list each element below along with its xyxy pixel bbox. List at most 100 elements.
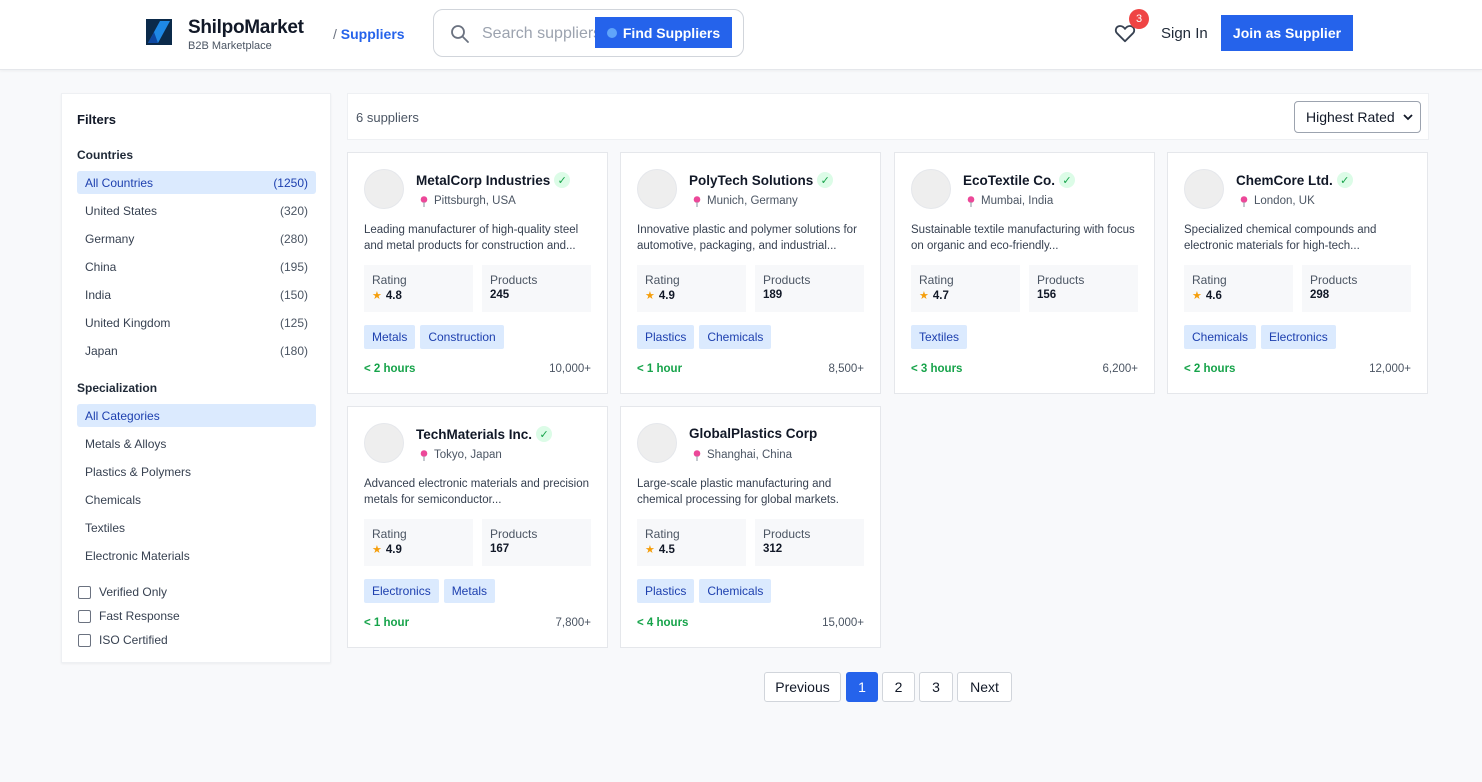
star-icon: ★	[372, 290, 382, 302]
category-filter-textiles[interactable]: Textiles	[77, 516, 316, 539]
category-tag[interactable]: Plastics	[637, 325, 695, 349]
category-filter-all[interactable]: All Categories	[77, 404, 316, 427]
country-filter-china[interactable]: China (195)	[77, 255, 316, 278]
supplier-name[interactable]: PolyTech Solutions ✓	[689, 172, 834, 188]
supplier-location: London, UK	[1240, 195, 1315, 207]
fast-response-checkbox[interactable]: Fast Response	[78, 609, 180, 623]
category-tag[interactable]: Metals	[364, 325, 416, 349]
country-filter-japan[interactable]: Japan (180)	[77, 339, 316, 362]
supplier-name[interactable]: MetalCorp Industries ✓	[416, 172, 571, 188]
category-filter-metals[interactable]: Metals & Alloys	[77, 432, 316, 455]
products-value: 189	[763, 289, 783, 301]
country-label: Germany	[85, 231, 135, 246]
category-label: Chemicals	[85, 492, 142, 507]
country-filter-united-kingdom[interactable]: United Kingdom (125)	[77, 311, 316, 334]
products-stat: Products 189	[755, 265, 864, 312]
supplier-location: Tokyo, Japan	[420, 449, 502, 461]
category-tag[interactable]: Chemicals	[699, 579, 772, 603]
specialization-heading: Specialization	[77, 381, 158, 395]
location-pin-icon	[967, 195, 975, 207]
category-filter-electronic-materials[interactable]: Electronic Materials	[77, 544, 316, 567]
rating-label: Rating	[645, 273, 680, 287]
category-tag[interactable]: Metals	[443, 579, 496, 603]
pagination-page-2[interactable]: 2	[882, 672, 915, 702]
supplier-tags: Plastics Chemicals	[637, 579, 772, 603]
category-label: Textiles	[85, 520, 126, 535]
checkbox-box[interactable]	[78, 585, 91, 599]
verified-only-checkbox[interactable]: Verified Only	[78, 585, 167, 599]
filters-sidebar: Filters Countries All Countries (1250) U…	[61, 93, 331, 663]
products-stat: Products 298	[1302, 265, 1411, 312]
supplier-name-text: PolyTech Solutions	[689, 172, 814, 188]
join-as-supplier-button[interactable]: Join as Supplier	[1221, 15, 1353, 51]
supplier-card[interactable]: MetalCorp Industries ✓ Pittsburgh, USA Lead…	[347, 152, 608, 394]
country-label: All Countries	[85, 175, 154, 190]
products-label: Products	[763, 273, 811, 287]
category-tag[interactable]: Electronics	[1261, 325, 1336, 349]
brand-logo-icon[interactable]	[146, 19, 172, 45]
sort-selected-value: Highest Rated	[1306, 109, 1395, 125]
category-tag[interactable]: Textiles	[911, 325, 968, 349]
rating-stat: Rating ★ 4.7	[911, 265, 1020, 312]
pagination-page-1[interactable]: 1	[846, 672, 878, 702]
supplier-name-text: MetalCorp Industries	[416, 172, 551, 188]
iso-certified-checkbox[interactable]: ISO Certified	[78, 633, 168, 647]
supplier-name[interactable]: GlobalPlastics Corp	[689, 426, 817, 441]
brand-name[interactable]: ShilpoMarket	[188, 17, 304, 39]
rating-stat: Rating ★ 4.6	[1184, 265, 1293, 312]
supplier-card[interactable]: TechMaterials Inc. ✓ Tokyo, Japan Advanced …	[347, 406, 608, 648]
search-bar: Find Suppliers	[433, 9, 744, 57]
category-tag[interactable]: Plastics	[637, 579, 695, 603]
breadcrumb: / Suppliers	[333, 26, 405, 42]
supplier-card[interactable]: GlobalPlastics Corp Shanghai, China Large-…	[620, 406, 881, 648]
country-filter-united-states[interactable]: United States (320)	[77, 199, 316, 222]
supplier-name[interactable]: EcoTextile Co. ✓	[963, 172, 1076, 188]
category-label: Metals & Alloys	[85, 436, 167, 451]
pagination-next[interactable]: Next	[957, 672, 1012, 702]
products-label: Products	[490, 273, 538, 287]
category-tag[interactable]: Chemicals	[1184, 325, 1257, 349]
category-label: Plastics & Polymers	[85, 464, 192, 479]
supplier-card[interactable]: EcoTextile Co. ✓ Mumbai, India Sustainable …	[894, 152, 1155, 394]
category-tag[interactable]: Chemicals	[699, 325, 772, 349]
category-filter-chemicals[interactable]: Chemicals	[77, 488, 316, 511]
checkbox-box[interactable]	[78, 633, 91, 647]
country-count: (320)	[279, 203, 308, 218]
supplier-name[interactable]: ChemCore Ltd. ✓	[1236, 172, 1353, 188]
supplier-description: Leading manufacturer of high-quality ste…	[364, 224, 579, 252]
rating-number: 4.6	[1205, 289, 1222, 302]
sign-in-link[interactable]: Sign In	[1161, 25, 1208, 42]
country-filter-india[interactable]: India (150)	[77, 283, 316, 306]
supplier-name-text: EcoTextile Co.	[963, 172, 1056, 188]
category-tag[interactable]: Electronics	[364, 579, 439, 603]
pagination-previous[interactable]: Previous	[764, 672, 841, 702]
orders-count: 7,800+	[555, 617, 592, 629]
country-filter-germany[interactable]: Germany (280)	[77, 227, 316, 250]
supplier-card[interactable]: ChemCore Ltd. ✓ London, UK Specialized chem…	[1167, 152, 1428, 394]
breadcrumb-separator: /	[333, 26, 337, 42]
brand-tagline: B2B Marketplace	[188, 40, 272, 52]
country-filter-all[interactable]: All Countries (1250)	[77, 171, 316, 194]
supplier-avatar	[637, 169, 677, 209]
products-value: 156	[1037, 289, 1057, 301]
pagination-page-3[interactable]: 3	[919, 672, 953, 702]
find-suppliers-button[interactable]: Find Suppliers	[595, 17, 732, 48]
sort-select[interactable]: Highest Rated	[1294, 101, 1421, 133]
products-stat: Products 156	[1029, 265, 1138, 312]
rating-number: 4.9	[658, 289, 675, 302]
supplier-name[interactable]: TechMaterials Inc. ✓	[416, 426, 553, 442]
countries-heading: Countries	[77, 148, 134, 162]
supplier-tags: Chemicals Electronics	[1184, 325, 1336, 349]
supplier-card[interactable]: PolyTech Solutions ✓ Munich, Germany Innova…	[620, 152, 881, 394]
rating-label: Rating	[645, 527, 680, 541]
star-icon: ★	[919, 290, 929, 302]
category-tag[interactable]: Construction	[420, 325, 504, 349]
checkbox-label: ISO Certified	[99, 633, 168, 647]
orders-count: 8,500+	[828, 363, 865, 375]
filters-title: Filters	[77, 112, 117, 127]
country-count: (280)	[279, 231, 308, 246]
checkbox-box[interactable]	[78, 609, 91, 623]
breadcrumb-suppliers[interactable]: Suppliers	[341, 26, 405, 42]
category-filter-plastics[interactable]: Plastics & Polymers	[77, 460, 316, 483]
rating-value: ★ 4.8	[372, 289, 465, 303]
